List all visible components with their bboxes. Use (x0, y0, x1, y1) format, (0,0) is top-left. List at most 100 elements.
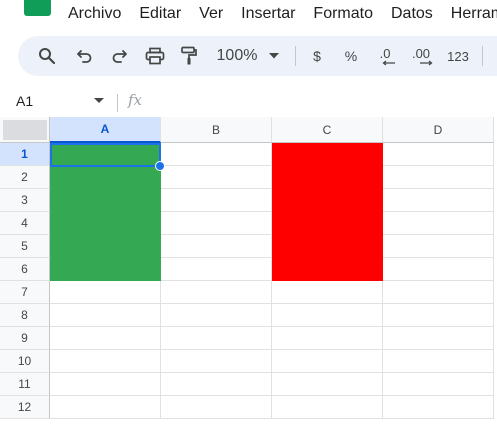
cell-a11[interactable] (50, 373, 161, 396)
row-header-6[interactable]: 6 (0, 258, 50, 281)
column-header-a[interactable]: A (50, 117, 161, 143)
cell-a6[interactable] (50, 258, 161, 281)
cell-a3[interactable] (50, 189, 161, 212)
cell-c7[interactable] (272, 281, 383, 304)
chevron-down-icon[interactable] (266, 36, 282, 76)
cell-c12[interactable] (272, 396, 383, 419)
zoom-select[interactable]: 100% (214, 36, 260, 76)
cell-d2[interactable] (383, 166, 494, 189)
cell-b1[interactable] (161, 143, 272, 166)
row-header-1[interactable]: 1 (0, 143, 50, 166)
row-header-9[interactable]: 9 (0, 327, 50, 350)
row-header-12[interactable]: 12 (0, 396, 50, 419)
menu-bar: Archivo Editar Ver Insertar Formato Dato… (0, 0, 497, 30)
toolbar: 100% $ % .0 .00 123 (18, 36, 497, 76)
row-header-10[interactable]: 10 (0, 350, 50, 373)
menu-item-herramientas[interactable]: Herramientas (451, 5, 497, 23)
search-icon[interactable] (32, 36, 62, 76)
percent-format-button[interactable]: % (338, 36, 364, 76)
cell-a1[interactable] (50, 143, 161, 166)
cell-b9[interactable] (161, 327, 272, 350)
zoom-value: 100% (216, 47, 258, 64)
menu-item-datos[interactable]: Datos (391, 5, 433, 23)
cell-c5[interactable] (272, 235, 383, 258)
row-header-8[interactable]: 8 (0, 304, 50, 327)
menu-item-editar[interactable]: Editar (139, 5, 181, 23)
toolbar-divider (295, 46, 296, 66)
cell-d3[interactable] (383, 189, 494, 212)
formula-divider (117, 94, 118, 112)
cell-a8[interactable] (50, 304, 161, 327)
cell-b7[interactable] (161, 281, 272, 304)
cell-d9[interactable] (383, 327, 494, 350)
row-header-11[interactable]: 11 (0, 373, 50, 396)
paint-format-icon[interactable] (174, 36, 204, 76)
column-header-d[interactable]: D (383, 117, 494, 143)
cell-b8[interactable] (161, 304, 272, 327)
currency-label: $ (313, 48, 321, 64)
cell-d5[interactable] (383, 235, 494, 258)
cell-d1[interactable] (383, 143, 494, 166)
cell-c6[interactable] (272, 258, 383, 281)
cell-d8[interactable] (383, 304, 494, 327)
cell-c4[interactable] (272, 212, 383, 235)
cell-a9[interactable] (50, 327, 161, 350)
row-header-3[interactable]: 3 (0, 189, 50, 212)
menu-item-ver[interactable]: Ver (199, 5, 223, 23)
formula-bar: A1 fx (0, 86, 497, 116)
cell-b6[interactable] (161, 258, 272, 281)
spreadsheet-grid: ABCD 1 2 3 4 5 6 7 8 9 10 11 12 (0, 117, 497, 425)
cell-a7[interactable] (50, 281, 161, 304)
menu-item-archivo[interactable]: Archivo (68, 5, 121, 23)
cell-c8[interactable] (272, 304, 383, 327)
menu-item-insertar[interactable]: Insertar (241, 5, 295, 23)
number-format-button[interactable]: 123 (444, 36, 472, 76)
currency-format-button[interactable]: $ (305, 36, 329, 76)
arrow-left-icon (382, 59, 395, 66)
arrow-right-icon (420, 59, 433, 66)
cell-b10[interactable] (161, 350, 272, 373)
cell-b2[interactable] (161, 166, 272, 189)
sheets-logo-icon[interactable] (24, 0, 51, 16)
percent-label: % (344, 48, 358, 64)
cell-b3[interactable] (161, 189, 272, 212)
cell-d11[interactable] (383, 373, 494, 396)
name-box[interactable]: A1 (16, 93, 33, 109)
cell-d7[interactable] (383, 281, 494, 304)
cell-b4[interactable] (161, 212, 272, 235)
select-all-corner[interactable] (0, 117, 50, 143)
row-header-5[interactable]: 5 (0, 235, 50, 258)
decrease-decimal-button[interactable]: .0 (370, 36, 400, 76)
cell-c3[interactable] (272, 189, 383, 212)
row-header-7[interactable]: 7 (0, 281, 50, 304)
column-header-b[interactable]: B (161, 117, 272, 143)
cell-a4[interactable] (50, 212, 161, 235)
cell-c10[interactable] (272, 350, 383, 373)
row-header-4[interactable]: 4 (0, 212, 50, 235)
cell-b5[interactable] (161, 235, 272, 258)
cell-a2[interactable] (50, 166, 161, 189)
redo-icon[interactable] (104, 36, 134, 76)
undo-icon[interactable] (70, 36, 100, 76)
row-header-2[interactable]: 2 (0, 166, 50, 189)
cell-b12[interactable] (161, 396, 272, 419)
cell-d6[interactable] (383, 258, 494, 281)
increase-decimal-button[interactable]: .00 (404, 36, 438, 76)
column-header-c[interactable]: C (272, 117, 383, 143)
cell-a10[interactable] (50, 350, 161, 373)
cell-d4[interactable] (383, 212, 494, 235)
cell-a5[interactable] (50, 235, 161, 258)
cell-c2[interactable] (272, 166, 383, 189)
cell-a12[interactable] (50, 396, 161, 419)
menu: Archivo Editar Ver Insertar Formato Dato… (68, 5, 497, 23)
cell-d12[interactable] (383, 396, 494, 419)
cell-c1[interactable] (272, 143, 383, 166)
fill-handle[interactable] (155, 161, 165, 171)
cell-d10[interactable] (383, 350, 494, 373)
cell-c9[interactable] (272, 327, 383, 350)
cell-b11[interactable] (161, 373, 272, 396)
menu-item-formato[interactable]: Formato (313, 5, 373, 23)
cell-c11[interactable] (272, 373, 383, 396)
chevron-down-icon[interactable] (94, 98, 104, 103)
print-icon[interactable] (140, 36, 170, 76)
